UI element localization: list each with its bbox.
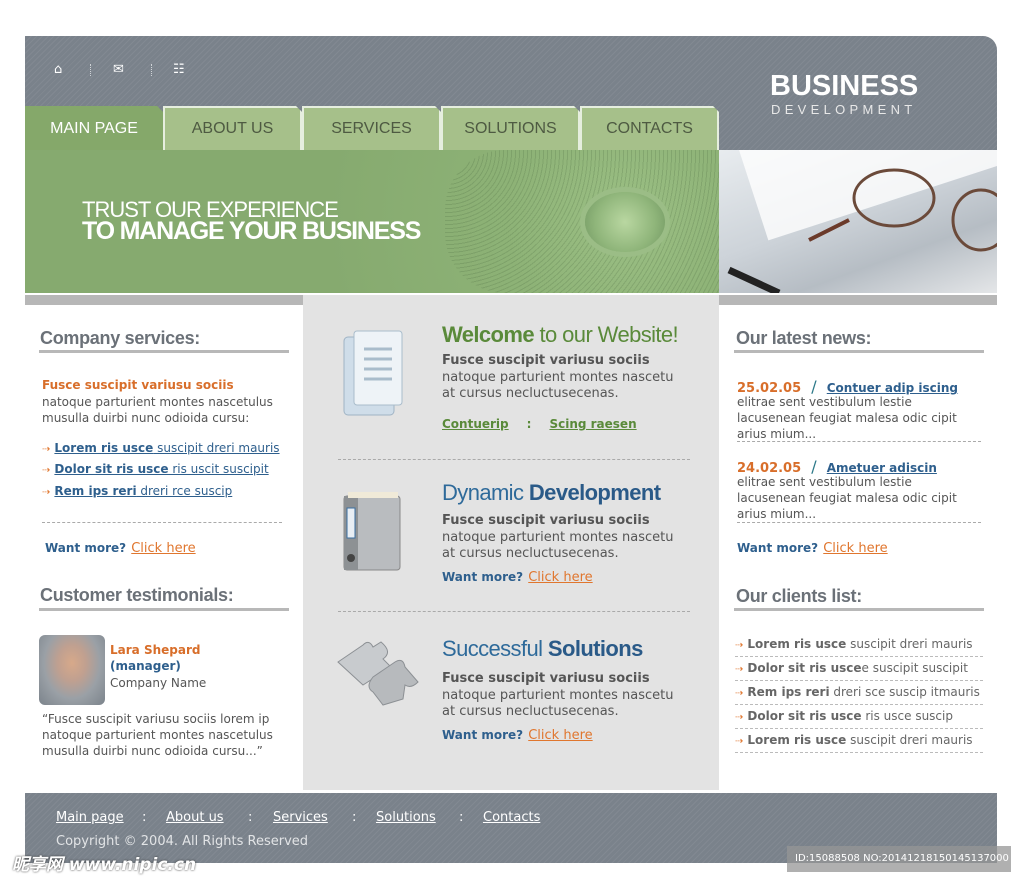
footer-link-contacts[interactable]: Contacts [483, 810, 540, 825]
tab-contacts[interactable]: CONTACTS [580, 106, 719, 150]
block-lead: Fusce suscipit variusu sociis [442, 513, 650, 528]
services-lead: Fusce suscipit variusu sociis [42, 378, 234, 392]
clients-list: ⇢ Lorem ris usce suscipit dreri mauris ⇢ D… [735, 633, 983, 753]
person-role: (manager) [110, 659, 181, 673]
block-text: natoque parturient montes nascetu at cur… [442, 688, 674, 719]
footer-link-solutions[interactable]: Solutions [376, 810, 436, 825]
person-name: Lara Shepard [110, 643, 201, 657]
block-text: natoque parturient montes nascetu at cur… [442, 370, 674, 401]
latest-news-title: Our latest news: [736, 328, 872, 348]
company-name: Company Name [110, 676, 207, 690]
banner-slogan-line2: TO MANAGE YOUR BUSINESS [82, 217, 421, 245]
divider [734, 608, 984, 611]
tab-solutions[interactable]: SOLUTIONS [441, 106, 580, 150]
client-item[interactable]: ⇢ Lorem ris usce suscipit dreri mauris [735, 729, 983, 753]
arrow-icon: ⇢ [42, 465, 51, 476]
block-text: natoque parturient montes nascetu at cur… [442, 530, 674, 561]
click-here-link[interactable]: Click here [528, 728, 592, 743]
block-lead: Fusce suscipit variusu sociis [442, 353, 650, 368]
dynamic-development-title: Dynamic Development [442, 480, 661, 505]
scing-raesen-link[interactable]: Scing raesen [549, 417, 636, 431]
click-here-link[interactable]: Click here [131, 541, 195, 556]
client-item[interactable]: ⇢ Rem ips reri dreri sce suscip itmauris [735, 681, 983, 705]
divider [90, 64, 91, 76]
news-link[interactable]: Contuer adip iscing [827, 381, 958, 395]
power-button-image [585, 192, 665, 252]
divider-bar [719, 295, 997, 305]
contuerip-link[interactable]: Contuerip [442, 417, 509, 431]
testimonials-title: Customer testimonials: [40, 585, 234, 605]
arrow-icon: ⇢ [735, 664, 744, 675]
separator: : [526, 417, 532, 431]
click-here-link[interactable]: Click here [528, 570, 592, 585]
client-item[interactable]: ⇢ Dolor sit ris usce ris usce suscip [735, 705, 983, 729]
footer-link-services[interactable]: Services [273, 810, 328, 825]
service-link-0[interactable]: ⇢ Lorem ris usce suscipit dreri mauris [42, 437, 280, 456]
company-services-title: Company services: [40, 328, 200, 348]
separator: : [352, 810, 357, 825]
logo-development: DEVELOPMENT [771, 102, 917, 117]
tab-main-page[interactable]: MAIN PAGE [25, 106, 163, 150]
want-more-label: Want more? [737, 541, 819, 555]
testimonial-quote: “Fusce suscipit variusu sociis lorem ip … [42, 712, 273, 758]
puzzle-icon [337, 641, 419, 706]
divider [737, 441, 981, 442]
arrow-icon: ⇢ [42, 487, 51, 498]
arrow-icon: ⇢ [735, 640, 744, 651]
news-text: elitrae sent vestibulum lestie lacusenea… [737, 475, 957, 521]
want-more-label: Want more? [442, 570, 524, 584]
arrow-icon: ⇢ [735, 736, 744, 747]
watermark-site: 昵享网 www.nipic.cn [12, 855, 197, 875]
divider [39, 350, 289, 353]
want-more-label: Want more? [442, 728, 524, 742]
arrow-icon: ⇢ [735, 688, 744, 699]
clients-list-title: Our clients list: [736, 586, 862, 606]
divider [338, 611, 690, 612]
divider [734, 350, 984, 353]
service-link-2[interactable]: ⇢ Rem ips reri dreri rce suscip [42, 480, 232, 499]
news-text: elitrae sent vestibulum lestie lacusenea… [737, 395, 957, 441]
divider [42, 522, 282, 523]
service-link-1[interactable]: ⇢ Dolor sit ris usce ris uscit suscipit [42, 458, 269, 477]
separator: : [142, 810, 147, 825]
client-item[interactable]: ⇢ Lorem ris usce suscipit dreri mauris [735, 633, 983, 657]
watermark-id: ID:15088508 NO:20141218150145137000 [787, 846, 1011, 872]
successful-solutions-title: Successful Solutions [442, 636, 643, 661]
logo-business: BUSINESS [770, 70, 919, 102]
services-text: natoque parturient montes nascetulus mus… [42, 395, 273, 425]
divider [39, 608, 289, 611]
avatar [39, 635, 105, 705]
document-box-icon [343, 330, 403, 416]
separator: : [248, 810, 253, 825]
tab-about-us[interactable]: ABOUT US [163, 106, 302, 150]
arrow-icon: ⇢ [735, 712, 744, 723]
copyright: Copyright © 2004. All Rights Reserved [56, 834, 309, 849]
welcome-title: Welcome to our Website! [442, 322, 679, 347]
footer-link-main-page[interactable]: Main page [56, 810, 124, 825]
client-item[interactable]: ⇢ Dolor sit ris uscee suscipit suscipit [735, 657, 983, 681]
tab-services[interactable]: SERVICES [302, 106, 441, 150]
divider [151, 64, 152, 76]
separator: : [459, 810, 464, 825]
divider-bar [25, 295, 303, 305]
news-link[interactable]: Ametuer adiscin [827, 461, 937, 475]
divider [338, 459, 690, 460]
binder-icon [343, 492, 401, 571]
laptop-glasses-photo [719, 150, 997, 293]
mail-icon[interactable]: ✉ [113, 62, 124, 77]
arrow-icon: ⇢ [42, 444, 51, 455]
want-more-label: Want more? [45, 541, 127, 555]
footer-link-about-us[interactable]: About us [166, 810, 224, 825]
block-lead: Fusce suscipit variusu sociis [442, 671, 650, 686]
home-icon[interactable]: ⌂ [54, 62, 62, 77]
sitemap-icon[interactable]: ☷ [173, 62, 185, 77]
divider [737, 522, 981, 523]
click-here-link[interactable]: Click here [823, 541, 887, 556]
